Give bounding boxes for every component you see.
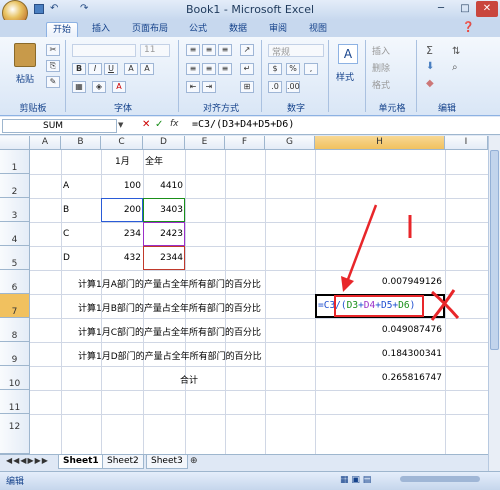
annotation-arrow-line <box>345 204 378 283</box>
vertical-scrollbar[interactable] <box>488 136 500 471</box>
scroll-thumb[interactable] <box>490 150 499 350</box>
annotation-overlay <box>341 204 460 321</box>
insert-sheet-icon[interactable]: ⊕ <box>190 456 198 466</box>
sheet-tab-1[interactable]: Sheet1 <box>58 455 104 469</box>
annotation-x-mark <box>430 289 460 321</box>
status-mode: 编辑 <box>6 477 25 487</box>
zoom-slider[interactable] <box>400 476 480 482</box>
view-buttons-icon[interactable]: ▦ ▣ ▤ <box>340 475 371 485</box>
sheet-nav-icons[interactable]: ◀◀◀▶▶▶ <box>6 456 49 465</box>
sheet-tab-3[interactable]: Sheet3 <box>146 455 188 469</box>
sheet-tab-2[interactable]: Sheet2 <box>102 455 144 469</box>
